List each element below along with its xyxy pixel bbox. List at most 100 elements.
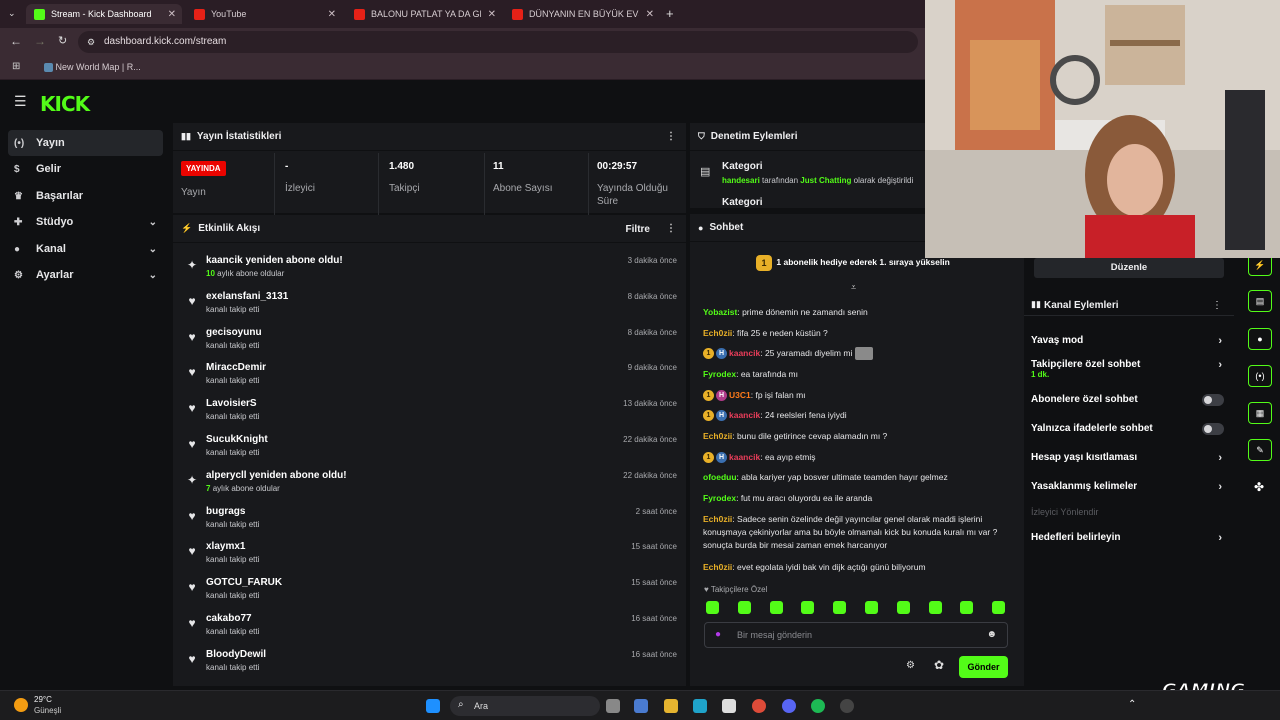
chat-username[interactable]: Ech0zii: [703, 431, 732, 441]
site-info-icon[interactable]: ⚙: [87, 31, 95, 53]
emote-icon[interactable]: [706, 601, 719, 614]
kebab-menu-icon[interactable]: ⋮: [666, 223, 676, 234]
chat-message: 1 Hkaancik: 25 yaramadı diyelim mi: [703, 347, 1018, 361]
emote-icon[interactable]: [833, 601, 847, 614]
toggle-switch[interactable]: [1202, 394, 1224, 406]
panel-title: Etkinlik Akışı: [198, 223, 261, 234]
subscriber-badge-icon: 1: [703, 348, 714, 360]
emote-icon[interactable]: [865, 601, 878, 614]
chat-username[interactable]: kaancik: [729, 410, 760, 420]
channel-action-item[interactable]: Hesap yaşı kısıtlaması ›: [1031, 452, 1226, 464]
forward-icon[interactable]: →: [34, 34, 46, 48]
chat-username[interactable]: Ech0zii: [703, 562, 732, 572]
kebab-menu-icon[interactable]: ⋮: [666, 131, 676, 142]
quick-action-puzzle-icon[interactable]: ✤: [1254, 480, 1264, 494]
emote-icon[interactable]: [737, 601, 751, 614]
quick-action-layout-icon[interactable]: ▦: [1248, 402, 1272, 424]
tab-dunyanin[interactable]: DÜNYANIN EN BÜYÜK EVSİZ K ✕: [504, 4, 660, 24]
close-tab-icon[interactable]: ✕: [488, 9, 496, 20]
activity-sub: 10 aylık abone oldular: [206, 269, 284, 278]
quick-action-broadcast-icon[interactable]: (•): [1248, 365, 1272, 387]
sidebar-item-basarilar[interactable]: ♛ Başarılar: [8, 183, 163, 209]
emote-icon[interactable]: [992, 601, 1006, 614]
new-tab-button[interactable]: +: [666, 6, 674, 21]
obs-icon[interactable]: [840, 699, 854, 713]
sidebar-item-studyo[interactable]: ✚ Stüdyo ⌄: [8, 209, 163, 235]
emote-icon[interactable]: [928, 601, 942, 614]
mic-icon[interactable]: ●: [715, 629, 721, 640]
chat-username[interactable]: Ech0zii: [703, 328, 732, 338]
bookmark-world-map[interactable]: New World Map | R...: [44, 62, 141, 73]
collapse-icon[interactable]: ⩡: [851, 282, 856, 293]
taskbar-search[interactable]: ⌕ Ara: [450, 696, 600, 716]
channel-action-item[interactable]: Abonelere özel sohbet: [1031, 394, 1226, 406]
sidebar-item-kanal[interactable]: ● Kanal ⌄: [8, 236, 163, 262]
map-favicon-icon: [44, 63, 53, 73]
edge-icon[interactable]: [693, 699, 707, 713]
heart-icon: ♥: [188, 651, 196, 666]
kick-logo[interactable]: KICK: [40, 92, 90, 116]
chat-username[interactable]: Fyrodex: [703, 493, 736, 503]
kebab-menu-icon[interactable]: ⋮: [1212, 300, 1222, 311]
channel-action-item[interactable]: Yalnızca ifadelerle sohbet: [1031, 423, 1226, 435]
tab-balonu[interactable]: BALONU PATLAT YA DA GERÇE ✕: [346, 4, 502, 24]
chat-username[interactable]: U3C1: [729, 390, 751, 400]
chat-username[interactable]: Ech0zii: [703, 514, 732, 524]
heart-icon: ♥: [188, 508, 196, 523]
edit-button[interactable]: Düzenle: [1034, 258, 1224, 278]
channel-action-item[interactable]: Yavaş mod ›: [1031, 335, 1226, 347]
chat-username[interactable]: kaancik: [729, 452, 760, 462]
tab-kick-dashboard[interactable]: Stream - Kick Dashboard ✕: [26, 4, 182, 24]
reload-icon[interactable]: ↻: [58, 34, 67, 47]
channel-action-item[interactable]: Yasaklanmış kelimeler ›: [1031, 481, 1226, 493]
sidebar-item-yayin[interactable]: (•) Yayın: [8, 130, 163, 156]
copilot-icon[interactable]: [634, 699, 648, 713]
chat-settings-icon[interactable]: ⚙: [906, 660, 915, 671]
weather-icon[interactable]: [14, 698, 28, 712]
close-tab-icon[interactable]: ✕: [168, 9, 176, 20]
chat-input[interactable]: ● Bir mesaj gönderin ☻: [704, 622, 1008, 648]
chat-username[interactable]: Yobazist: [703, 307, 737, 317]
apps-icon[interactable]: ⊞: [12, 61, 20, 72]
gift-icon[interactable]: ✿: [934, 658, 944, 672]
spotify-icon[interactable]: [811, 699, 825, 713]
store-icon[interactable]: [722, 699, 736, 713]
tab-youtube[interactable]: YouTube ✕: [186, 4, 342, 24]
toggle-switch[interactable]: [1202, 423, 1224, 435]
stat-followers: 1.480 Takipçi: [381, 153, 485, 215]
send-button[interactable]: Gönder: [959, 656, 1008, 678]
menu-icon[interactable]: ☰: [14, 93, 27, 110]
back-icon[interactable]: ←: [10, 34, 22, 48]
weather-temp: 29°C: [34, 695, 52, 704]
heart-icon: ♥: [704, 585, 709, 594]
task-view-icon[interactable]: [606, 699, 620, 713]
sidebar-item-gelir[interactable]: $ Gelir: [8, 156, 163, 182]
emote-icon[interactable]: [769, 601, 783, 614]
emote-icon[interactable]: [801, 601, 815, 614]
quick-action-clipboard-icon[interactable]: ▤: [1248, 290, 1272, 312]
file-explorer-icon[interactable]: [664, 699, 678, 713]
filter-button[interactable]: Filtre: [626, 224, 650, 235]
quick-action-wrench-icon[interactable]: ✎: [1248, 439, 1272, 461]
chrome-icon[interactable]: [752, 699, 766, 713]
tray-chevron-icon[interactable]: ⌃: [1128, 699, 1136, 710]
tab-search-icon[interactable]: ⌄: [8, 8, 16, 19]
chat-username[interactable]: ofoeduu: [703, 472, 737, 482]
chat-username[interactable]: Fyrodex: [703, 369, 736, 379]
emote-icon[interactable]: [960, 601, 974, 614]
action-sub: 1 dk.: [1031, 370, 1050, 379]
quick-action-chat-icon[interactable]: ●: [1248, 328, 1272, 350]
channel-action-item[interactable]: Takipçilere özel sohbet 1 dk. ›: [1031, 359, 1226, 379]
windows-start-icon[interactable]: [426, 699, 440, 713]
channel-action-item[interactable]: Hedefleri belirleyin ›: [1031, 532, 1226, 544]
close-tab-icon[interactable]: ✕: [328, 9, 336, 20]
emoji-icon[interactable]: ☻: [986, 629, 997, 640]
chat-username[interactable]: kaancik: [729, 348, 760, 358]
heart-icon: ♥: [188, 401, 196, 416]
discord-icon[interactable]: [782, 699, 796, 713]
sidebar-item-ayarlar[interactable]: ⚙ Ayarlar ⌄: [8, 262, 163, 288]
close-tab-icon[interactable]: ✕: [646, 9, 654, 20]
chat-text: evet egolata iyidi bak vin dijk açtığı g…: [737, 562, 926, 572]
emote-icon[interactable]: [896, 601, 910, 614]
address-bar[interactable]: ⚙ dashboard.kick.com/stream: [78, 31, 918, 53]
